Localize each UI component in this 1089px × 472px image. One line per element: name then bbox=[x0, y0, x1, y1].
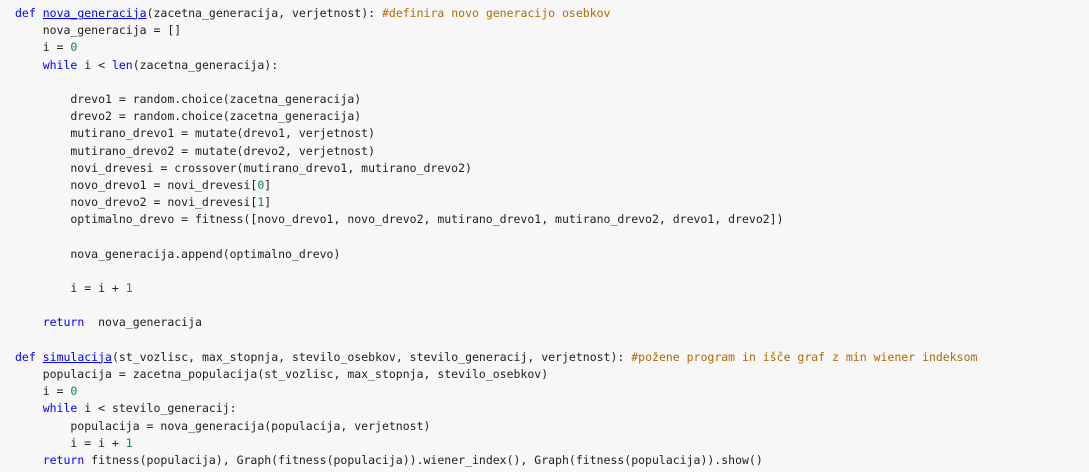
code-text-token: i < stevilo_generacij: bbox=[77, 401, 237, 416]
code-text-token: i = i + bbox=[15, 281, 126, 295]
keyword-token: def bbox=[15, 349, 36, 364]
code-text-token: (st_vozlisc, max_stopnja, stevilo_osebko… bbox=[111, 349, 632, 364]
code-line[interactable]: return nova_generacija bbox=[15, 314, 977, 331]
code-line[interactable]: mutirano_drevo2 = mutate(drevo2, verjetn… bbox=[15, 143, 977, 160]
code-line[interactable]: ​ bbox=[15, 332, 977, 349]
code-text-token: ] bbox=[264, 195, 272, 210]
code-text-token: (zacetna_generacija, verjetnost): bbox=[146, 6, 382, 20]
code-text-token: populacija = nova_generacija(populacija,… bbox=[15, 418, 431, 433]
code-line[interactable]: ​ bbox=[15, 297, 977, 314]
code-editor[interactable]: def nova_generacija(zacetna_generacija, … bbox=[15, 5, 977, 469]
code-text-token: mutirano_drevo1 = mutate(drevo1, verjetn… bbox=[15, 126, 376, 141]
keyword-token: return bbox=[42, 452, 85, 467]
code-cell[interactable]: def nova_generacija(zacetna_generacija, … bbox=[0, 0, 1089, 472]
code-text-token: novo_drevo1 = novi_drevesi[ bbox=[15, 177, 258, 192]
code-line[interactable]: populacija = nova_generacija(populacija,… bbox=[15, 418, 977, 435]
comment-token: #definira novo generacijo osebkov bbox=[381, 6, 611, 20]
code-line[interactable]: while i < len(zacetna_generacija): bbox=[15, 57, 977, 74]
code-text-token: nova_generacija = [] bbox=[15, 23, 182, 38]
code-text-token: ] bbox=[264, 177, 272, 192]
code-line[interactable]: novo_drevo1 = novi_drevesi[0] bbox=[15, 177, 977, 194]
code-line[interactable]: nova_generacija.append(optimalno_drevo) bbox=[15, 246, 977, 263]
code-text-token: drevo2 = random.choice(zacetna_generacij… bbox=[15, 109, 362, 124]
code-line[interactable]: def simulacija(st_vozlisc, max_stopnja, … bbox=[15, 349, 977, 366]
code-text-token: nova_generacija bbox=[84, 315, 202, 330]
code-line[interactable]: ​ bbox=[15, 74, 977, 91]
number-token: 1 bbox=[125, 435, 133, 450]
code-line[interactable]: mutirano_drevo1 = mutate(drevo1, verjetn… bbox=[15, 125, 977, 142]
code-text-token: i < bbox=[77, 57, 112, 72]
keyword-token: return bbox=[42, 315, 85, 330]
code-text-token: drevo1 = random.choice(zacetna_generacij… bbox=[15, 91, 362, 106]
builtin-token: len bbox=[111, 57, 133, 72]
code-line[interactable]: populacija = zacetna_populacija(st_vozli… bbox=[15, 366, 977, 383]
code-text-token: populacija = zacetna_populacija(st_vozli… bbox=[15, 366, 549, 381]
comment-token: #požene program in išče graf z min wiene… bbox=[631, 349, 978, 364]
code-line[interactable]: i = 0 bbox=[15, 383, 977, 400]
keyword-token: def bbox=[15, 6, 36, 20]
code-line[interactable]: drevo2 = random.choice(zacetna_generacij… bbox=[15, 108, 977, 125]
code-text-token: i = bbox=[15, 40, 71, 55]
code-text-token: novi_drevesi = crossover(mutirano_drevo1… bbox=[15, 160, 472, 175]
code-line[interactable]: i = i + 1 bbox=[15, 280, 977, 297]
code-text-token: i = bbox=[15, 384, 71, 399]
keyword-token: while bbox=[42, 57, 78, 72]
code-line[interactable]: ​ bbox=[15, 263, 977, 280]
code-text-token: fitness(populacija), Graph(fitness(popul… bbox=[84, 452, 763, 467]
code-text-token: novo_drevo2 = novi_drevesi[ bbox=[15, 195, 258, 210]
code-line[interactable]: while i < stevilo_generacij: bbox=[15, 400, 977, 417]
code-line[interactable]: i = 0 bbox=[15, 39, 977, 56]
code-line[interactable]: drevo1 = random.choice(zacetna_generacij… bbox=[15, 91, 977, 108]
code-line[interactable]: return fitness(populacija), Graph(fitnes… bbox=[15, 452, 977, 469]
code-line[interactable]: def nova_generacija(zacetna_generacija, … bbox=[15, 5, 977, 22]
number-token: 0 bbox=[70, 384, 78, 399]
code-text-token: optimalno_drevo = fitness([novo_drevo1, … bbox=[15, 212, 784, 227]
function-name-token: simulacija bbox=[42, 349, 112, 364]
code-line[interactable]: optimalno_drevo = fitness([novo_drevo1, … bbox=[15, 211, 977, 228]
code-text-token: nova_generacija.append(optimalno_drevo) bbox=[15, 246, 341, 261]
code-line[interactable]: novi_drevesi = crossover(mutirano_drevo1… bbox=[15, 160, 977, 177]
code-text-token: mutirano_drevo2 = mutate(drevo2, verjetn… bbox=[15, 143, 376, 158]
code-line[interactable]: ​ bbox=[15, 228, 977, 245]
number-token: 0 bbox=[70, 40, 78, 55]
code-text-token: i = i + bbox=[15, 435, 126, 450]
number-token: 1 bbox=[125, 281, 133, 295]
function-name-token: nova_generacija bbox=[42, 6, 147, 20]
code-text-token: (zacetna_generacija): bbox=[132, 57, 279, 72]
code-line[interactable]: novo_drevo2 = novi_drevesi[1] bbox=[15, 194, 977, 211]
code-line[interactable]: i = i + 1 bbox=[15, 435, 977, 452]
keyword-token: while bbox=[42, 401, 78, 416]
code-line[interactable]: nova_generacija = [] bbox=[15, 22, 977, 39]
